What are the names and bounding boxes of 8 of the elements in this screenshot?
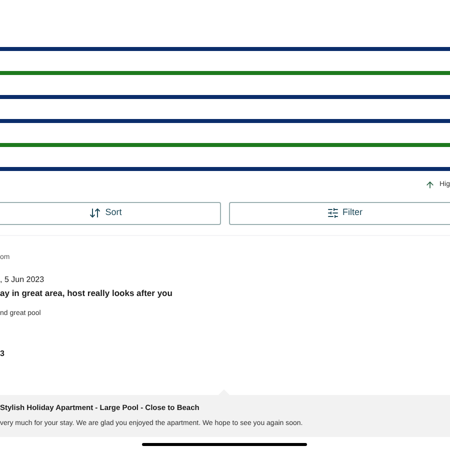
review-score: 3 [0,348,6,360]
filter-button[interactable]: Filter [229,202,450,224]
sort-button[interactable]: Sort [0,202,221,224]
review-date: , 5 Jun 2023 [0,274,46,286]
arrow-up-icon [425,180,436,190]
sort-icon [89,207,102,219]
review-title: ay in great area, host really looks after you [0,287,174,300]
filter-icon [326,207,338,219]
